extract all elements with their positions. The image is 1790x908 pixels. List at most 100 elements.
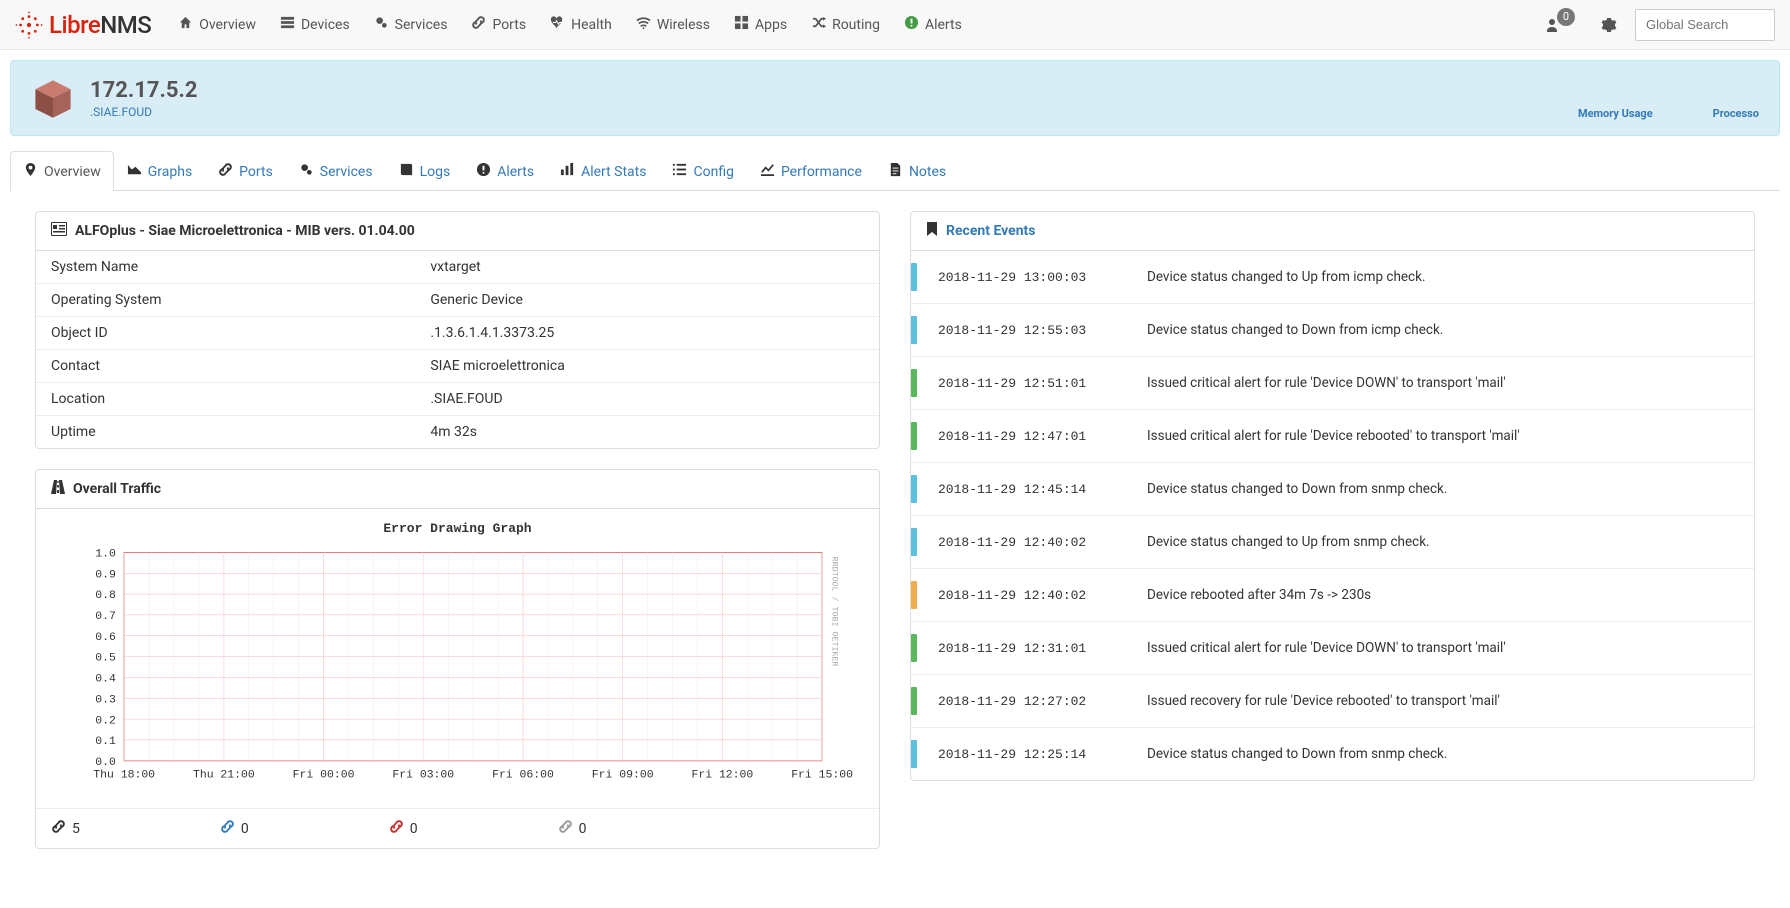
librenms-icon	[15, 11, 43, 39]
event-message: Issued critical alert for rule 'Device r…	[1147, 428, 1739, 444]
tab-label: Graphs	[148, 164, 192, 180]
link-icon	[558, 819, 573, 838]
port-count-value: 0	[410, 821, 418, 837]
svg-text:0.5: 0.5	[95, 652, 116, 665]
svg-text:Thu 18:00: Thu 18:00	[93, 768, 155, 781]
nav-label: Overview	[199, 17, 256, 33]
tab-performance[interactable]: Performance	[747, 151, 875, 191]
info-row: Operating SystemGeneric Device	[36, 284, 879, 317]
info-value: 4m 32s	[415, 416, 879, 449]
svg-text:Thu 21:00: Thu 21:00	[193, 768, 255, 781]
link-icon	[471, 15, 486, 34]
tab-label: Notes	[909, 164, 946, 180]
nav-label: Apps	[755, 17, 787, 33]
nav-health[interactable]: Health	[538, 0, 624, 50]
nav-label: Health	[571, 17, 612, 33]
port-count-value: 0	[241, 821, 249, 837]
device-ip: 172.17.5.2	[90, 78, 198, 103]
tab-label: Performance	[781, 164, 862, 180]
traffic-panel: Overall Traffic Error Drawing Graph 0.00…	[35, 469, 880, 849]
settings-menu[interactable]	[1593, 17, 1625, 33]
nav-apps[interactable]: Apps	[722, 0, 799, 50]
event-severity-bar	[911, 475, 917, 503]
nav-label: Routing	[832, 17, 880, 33]
event-severity-bar	[911, 528, 917, 556]
link-icon	[51, 819, 66, 838]
info-value: .1.3.6.1.4.1.3373.25	[415, 317, 879, 350]
id-card-icon	[51, 222, 67, 240]
device-location-link[interactable]: .SIAE.FOUD	[90, 105, 198, 119]
nav-overview[interactable]: Overview	[166, 0, 268, 50]
event-severity-bar	[911, 581, 917, 609]
device-header-link[interactable]: Memory Usage	[1578, 107, 1653, 120]
nav-services[interactable]: Services	[362, 0, 460, 50]
port-count-red[interactable]: 0	[389, 819, 418, 838]
nav-devices[interactable]: Devices	[268, 0, 362, 50]
info-row: Uptime4m 32s	[36, 416, 879, 449]
event-time: 2018-11-29 12:31:01	[932, 641, 1132, 656]
svg-text:RRDTOOL / TOBI OETIKER: RRDTOOL / TOBI OETIKER	[830, 557, 840, 667]
svg-text:0.3: 0.3	[95, 693, 116, 706]
event-message: Device status changed to Down from snmp …	[1147, 746, 1739, 762]
graph-title: Error Drawing Graph	[48, 521, 867, 536]
event-time: 2018-11-29 12:55:03	[932, 323, 1132, 338]
event-row: 2018-11-29 12:55:03Device status changed…	[911, 304, 1754, 357]
event-message: Issued recovery for rule 'Device reboote…	[1147, 693, 1739, 709]
tab-label: Overview	[44, 164, 101, 180]
tab-overview[interactable]: Overview	[10, 151, 114, 191]
event-severity-bar	[911, 740, 917, 768]
event-severity-bar	[911, 422, 917, 450]
svg-text:0.7: 0.7	[95, 610, 116, 623]
user-menu[interactable]: 0	[1536, 16, 1583, 34]
tab-alert-stats[interactable]: Alert Stats	[547, 151, 659, 191]
tab-notes[interactable]: Notes	[875, 151, 959, 191]
map-marker-icon	[23, 162, 38, 181]
event-time: 2018-11-29 12:45:14	[932, 482, 1132, 497]
svg-text:1.0: 1.0	[95, 548, 116, 561]
event-time: 2018-11-29 12:27:02	[932, 694, 1132, 709]
events-list: 2018-11-29 13:00:03Device status changed…	[911, 251, 1754, 780]
tab-config[interactable]: Config	[659, 151, 746, 191]
device-cube-icon	[31, 76, 75, 120]
nav-label: Ports	[492, 17, 526, 33]
file-text-icon	[888, 162, 903, 181]
nav-items: Overview Devices Services Ports Health Wirele…	[166, 0, 1536, 50]
svg-text:Fri 12:00: Fri 12:00	[691, 768, 753, 781]
nav-label: Services	[395, 17, 448, 33]
events-panel-heading: Recent Events	[911, 212, 1754, 251]
events-panel: Recent Events 2018-11-29 13:00:03Device …	[910, 211, 1755, 781]
event-severity-bar	[911, 316, 917, 344]
tab-services[interactable]: Services	[286, 151, 386, 191]
event-message: Device status changed to Up from icmp ch…	[1147, 269, 1739, 285]
nav-alerts[interactable]: Alerts	[892, 0, 974, 50]
event-message: Device status changed to Down from snmp …	[1147, 481, 1739, 497]
nav-ports[interactable]: Ports	[459, 0, 538, 50]
device-header-link[interactable]: Processo	[1713, 107, 1759, 120]
tab-graphs[interactable]: Graphs	[114, 151, 205, 191]
tab-logs[interactable]: Logs	[386, 151, 464, 191]
port-count-grey[interactable]: 0	[558, 819, 587, 838]
port-count-black[interactable]: 5	[51, 819, 80, 838]
event-message: Issued critical alert for rule 'Device D…	[1147, 640, 1739, 656]
tab-ports[interactable]: Ports	[205, 151, 286, 191]
svg-text:0.6: 0.6	[95, 631, 116, 644]
nav-wireless[interactable]: Wireless	[624, 0, 722, 50]
nav-label: Alerts	[925, 17, 962, 33]
brand-logo[interactable]: LibreNMS	[15, 11, 151, 39]
svg-text:0.0: 0.0	[95, 756, 116, 769]
event-time: 2018-11-29 12:40:02	[932, 588, 1132, 603]
list-icon	[672, 162, 687, 181]
port-count-blue[interactable]: 0	[220, 819, 249, 838]
tab-alerts[interactable]: Alerts	[463, 151, 547, 191]
port-count-value: 0	[579, 821, 587, 837]
bar-chart-icon	[560, 162, 575, 181]
recent-events-link[interactable]: Recent Events	[946, 223, 1035, 239]
nav-routing[interactable]: Routing	[799, 0, 892, 50]
svg-text:0.1: 0.1	[95, 735, 116, 748]
event-row: 2018-11-29 12:31:01 Issued critical alert…	[911, 622, 1754, 675]
link-icon	[220, 819, 235, 838]
event-row: 2018-11-29 12:51:01Issued critical alert…	[911, 357, 1754, 410]
svg-text:0.9: 0.9	[95, 568, 116, 581]
global-search-input[interactable]	[1635, 9, 1775, 41]
device-tabs: Overview Graphs PortsServicesLogsAlertsAle…	[10, 151, 1780, 191]
